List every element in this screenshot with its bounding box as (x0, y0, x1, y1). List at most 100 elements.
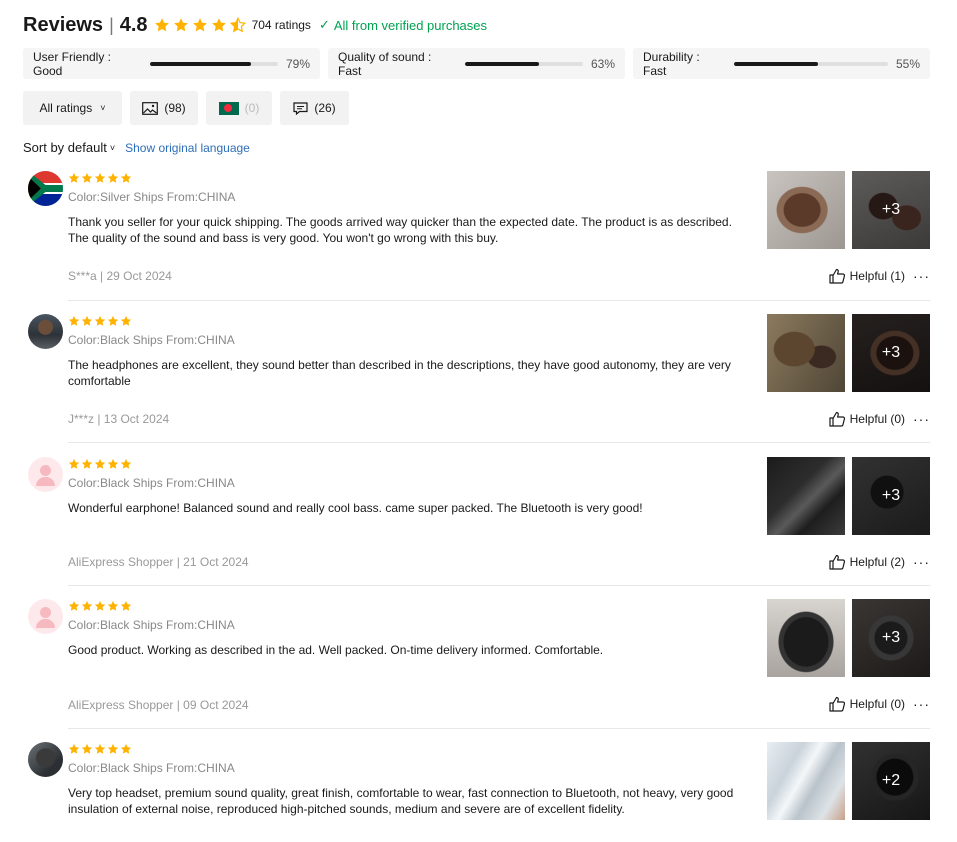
more-options-icon[interactable]: ··· (913, 555, 930, 569)
sort-row: Sort by default ˅ Show original language (23, 140, 250, 155)
country-count: (0) (244, 101, 260, 115)
review-photo[interactable]: +2 (852, 742, 930, 820)
star-icon (68, 743, 80, 754)
metric-bar (464, 61, 583, 66)
default-avatar-icon (40, 465, 51, 476)
review-stars (68, 314, 738, 328)
all-ratings-filter[interactable]: All ratings ˅ (23, 91, 122, 125)
review-photo[interactable] (767, 314, 845, 392)
star-icon (107, 458, 119, 469)
review-photo[interactable] (767, 171, 845, 249)
review-photo[interactable] (767, 599, 845, 677)
review-content: Color:Black Ships From:CHINA Wonderful e… (68, 457, 738, 516)
avatar (28, 599, 63, 634)
country-filter[interactable]: (0) (206, 91, 272, 125)
check-icon: ✓ (318, 17, 330, 32)
metric-label: Quality of sound : Fast (338, 49, 432, 78)
review-filters: All ratings ˅ (98) (0) (26) (23, 91, 349, 125)
star-icon (81, 315, 93, 326)
star-icon (68, 315, 80, 326)
divider (68, 300, 930, 301)
show-original-language-link[interactable]: Show original language (125, 141, 250, 155)
more-photos-count: +3 (852, 314, 930, 392)
star-icon (120, 315, 132, 326)
review-photo[interactable]: +3 (852, 599, 930, 677)
review-photo[interactable] (767, 742, 845, 820)
metric-user-friendly: User Friendly : Good 79% (23, 48, 320, 79)
helpful-label: Helpful (1) (849, 269, 905, 283)
review-stars (68, 457, 738, 471)
thumbs-up-icon (829, 554, 845, 570)
helpful-button[interactable]: Helpful (2) (829, 554, 905, 570)
header-separator: | (109, 14, 114, 35)
star-icon (120, 600, 132, 611)
star-icon (173, 18, 188, 32)
photos-count: (98) (164, 101, 186, 115)
bangladesh-flag-icon (218, 101, 239, 115)
star-icon (94, 743, 106, 754)
thumbs-up-icon (829, 696, 845, 712)
metric-quality-of-sound: Quality of sound : Fast 63% (328, 48, 625, 79)
review-variant: Color:Black Ships From:CHINA (68, 618, 235, 632)
all-ratings-label: All ratings (39, 101, 93, 115)
comment-icon (293, 101, 308, 115)
chevron-down-icon: ˅ (109, 142, 116, 153)
star-icon (154, 18, 169, 32)
more-photos-count: +3 (852, 457, 930, 535)
metric-percent: 63% (590, 56, 615, 71)
star-icon (107, 172, 119, 183)
image-icon (142, 101, 159, 115)
review-photos: +3 (767, 599, 930, 677)
metric-percent: 79% (285, 56, 310, 71)
helpful-button[interactable]: Helpful (0) (829, 411, 905, 427)
star-icon (81, 600, 93, 611)
helpful-button[interactable]: Helpful (0) (829, 696, 905, 712)
average-score: 4.8 (119, 13, 148, 36)
review-content: Color:Black Ships From:CHINA Good produc… (68, 599, 738, 658)
comments-filter[interactable]: (26) (280, 91, 349, 125)
review-text: Thank you seller for your quick shipping… (68, 215, 732, 245)
review-content: Color:Black Ships From:CHINA The headpho… (68, 314, 738, 389)
chevron-down-icon: ˅ (100, 103, 106, 113)
sort-dropdown[interactable]: Sort by default ˅ (23, 140, 115, 155)
helpful-button[interactable]: Helpful (1) (829, 268, 905, 284)
avatar (28, 171, 63, 206)
review-stars (68, 171, 738, 185)
half-star-icon (229, 17, 246, 33)
divider (68, 728, 930, 729)
metric-durability: Durability : Fast 55% (633, 48, 930, 79)
review-author-date: AliExpress Shopper | 21 Oct 2024 (68, 555, 249, 569)
review-photo[interactable]: +3 (852, 314, 930, 392)
sort-label: Sort by default (23, 140, 107, 155)
metric-percent: 55% (895, 56, 920, 71)
star-icon (107, 600, 119, 611)
review-photos: +3 (767, 314, 930, 392)
review-variant: Color:Black Ships From:CHINA (68, 761, 235, 775)
review-photo[interactable]: +3 (852, 171, 930, 249)
more-options-icon[interactable]: ··· (913, 412, 930, 426)
review-photo[interactable]: +3 (852, 457, 930, 535)
metric-bar (150, 61, 278, 66)
more-options-icon[interactable]: ··· (913, 269, 930, 283)
star-icon (94, 172, 106, 183)
star-icon (94, 458, 106, 469)
metric-bar-fill (150, 61, 252, 66)
star-icon (94, 315, 106, 326)
review-text: Good product. Working as described in th… (68, 643, 604, 657)
photos-filter[interactable]: (98) (130, 91, 198, 125)
more-options-icon[interactable]: ··· (913, 697, 930, 711)
review-text: Very top headset, premium sound quality,… (68, 786, 734, 816)
review-content: Color:Black Ships From:CHINA Very top he… (68, 742, 738, 817)
metric-bar (733, 61, 888, 66)
review-text: The headphones are excellent, they sound… (68, 358, 731, 388)
helpful-label: Helpful (0) (849, 697, 905, 711)
divider (68, 585, 930, 586)
review-photo[interactable] (767, 457, 845, 535)
reviews-title: Reviews (23, 13, 104, 36)
star-icon (68, 600, 80, 611)
reviews-header: Reviews | 4.8 704 ratings ✓ All from ver… (23, 12, 487, 38)
avatar (28, 457, 63, 492)
star-icon (120, 172, 132, 183)
review-text: Wonderful earphone! Balanced sound and r… (68, 501, 643, 515)
average-stars (154, 17, 246, 33)
